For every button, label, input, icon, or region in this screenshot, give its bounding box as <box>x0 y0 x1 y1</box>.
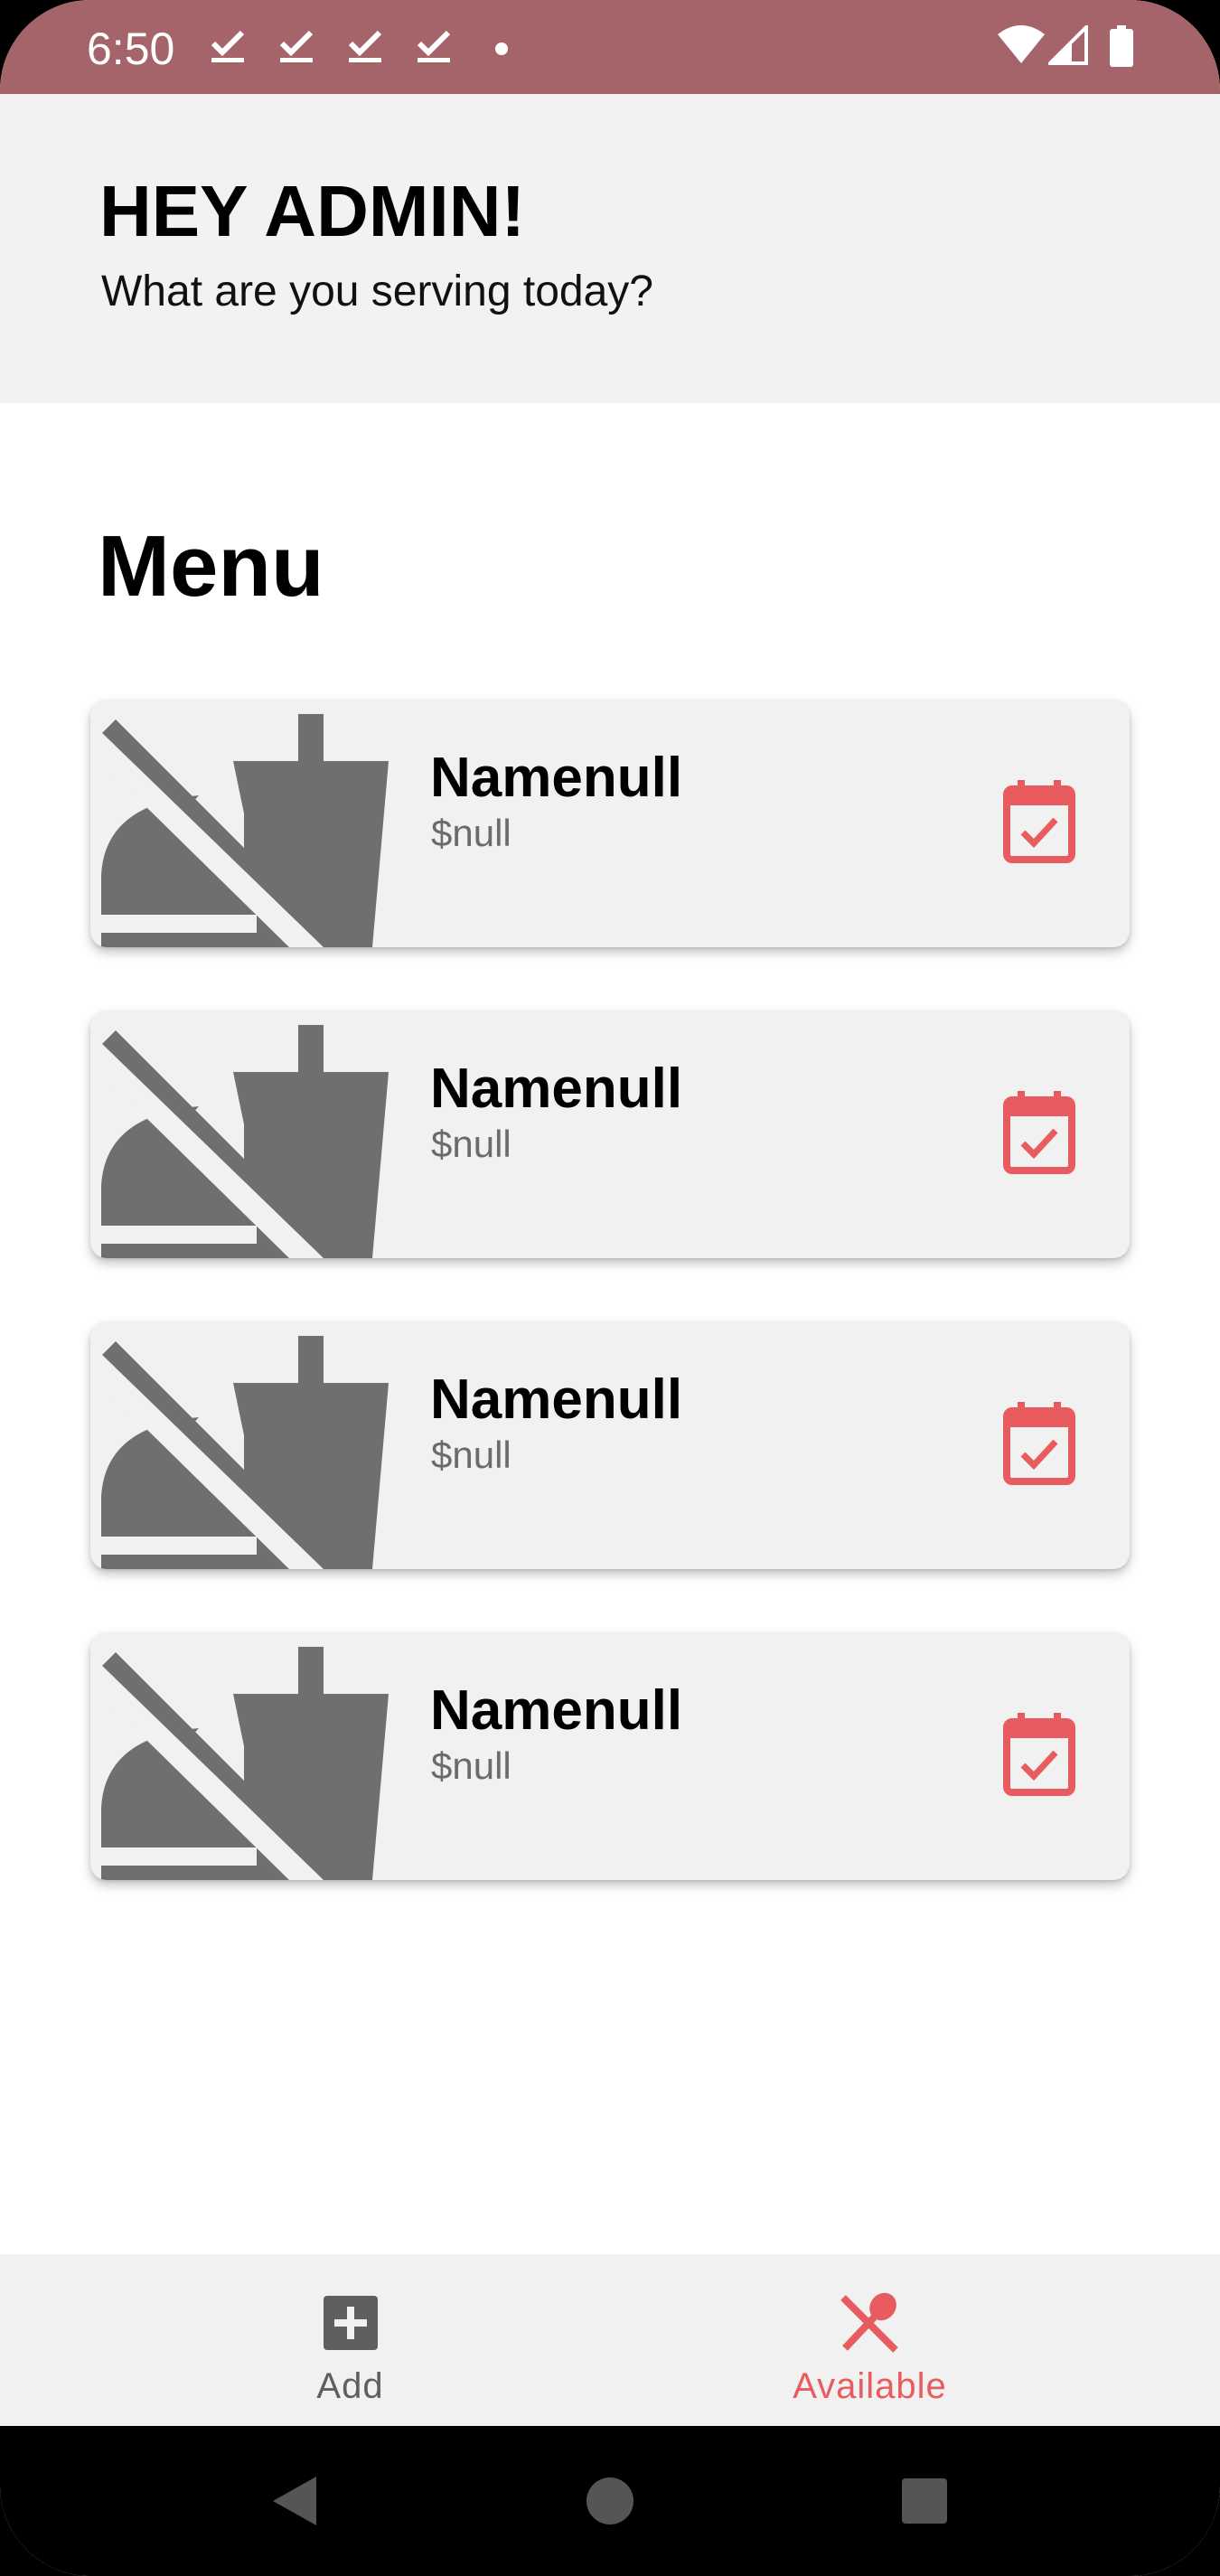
menu-list: Namenull $null Namenull $null Namenull $… <box>90 700 1130 1943</box>
app-screen: 6:50 HEY ADMIN! What are you serving tod… <box>0 0 1220 2576</box>
menu-item-card[interactable]: Namenull $null <box>90 700 1130 947</box>
item-name: Namenull <box>430 747 683 809</box>
no-food-icon <box>99 1647 389 1880</box>
no-food-icon <box>99 1336 389 1569</box>
calendar-check-button[interactable] <box>994 1394 1084 1493</box>
checkmark-icon <box>417 30 451 62</box>
calendar-check-icon <box>1003 780 1075 863</box>
status-time: 6:50 <box>87 24 175 74</box>
calendar-check-button[interactable] <box>994 1705 1084 1804</box>
item-name: Namenull <box>430 1058 683 1120</box>
item-name: Namenull <box>430 1679 683 1742</box>
nav-available-tab[interactable]: Available <box>565 2254 1175 2426</box>
calendar-check-icon <box>1003 1091 1075 1174</box>
greeting-header: HEY ADMIN! What are you serving today? <box>0 94 1220 403</box>
calendar-check-button[interactable] <box>994 772 1084 871</box>
calendar-check-button[interactable] <box>994 1083 1084 1182</box>
recents-icon[interactable] <box>875 2451 974 2551</box>
battery-icon <box>1110 25 1133 67</box>
nav-available-label: Available <box>793 2366 947 2406</box>
menu-item-card[interactable]: Namenull $null <box>90 1011 1130 1258</box>
greeting-title: HEY ADMIN! <box>99 171 526 251</box>
item-price: $null <box>431 1744 511 1787</box>
item-price: $null <box>431 812 511 854</box>
cell-signal-icon <box>1048 25 1088 65</box>
wifi-icon <box>998 25 1045 63</box>
system-navigation-bar <box>0 2426 1220 2576</box>
menu-item-card[interactable]: Namenull $null <box>90 1321 1130 1569</box>
nav-add-label: Add <box>316 2366 384 2406</box>
item-price: $null <box>431 1434 511 1476</box>
menu-item-card[interactable]: Namenull $null <box>90 1632 1130 1880</box>
greeting-subtitle: What are you serving today? <box>101 268 653 315</box>
add-box-icon <box>323 2296 378 2350</box>
calendar-check-icon <box>1003 1402 1075 1485</box>
no-meals-icon <box>840 2292 898 2353</box>
checkmark-icon <box>279 30 314 62</box>
checkmark-icon <box>348 30 382 62</box>
menu-title: Menu <box>98 518 324 615</box>
home-icon[interactable] <box>560 2451 660 2551</box>
no-food-icon <box>99 1025 389 1258</box>
bottom-navigation: Add Available <box>0 2254 1220 2426</box>
item-price: $null <box>431 1123 511 1165</box>
item-name: Namenull <box>430 1368 683 1431</box>
status-bar: 6:50 <box>0 0 1220 94</box>
back-icon[interactable] <box>244 2451 343 2551</box>
calendar-check-icon <box>1003 1713 1075 1796</box>
more-notifications-dot <box>495 42 508 55</box>
checkmark-icon <box>211 30 245 62</box>
nav-add-tab[interactable]: Add <box>45 2254 655 2426</box>
no-food-icon <box>99 714 389 947</box>
